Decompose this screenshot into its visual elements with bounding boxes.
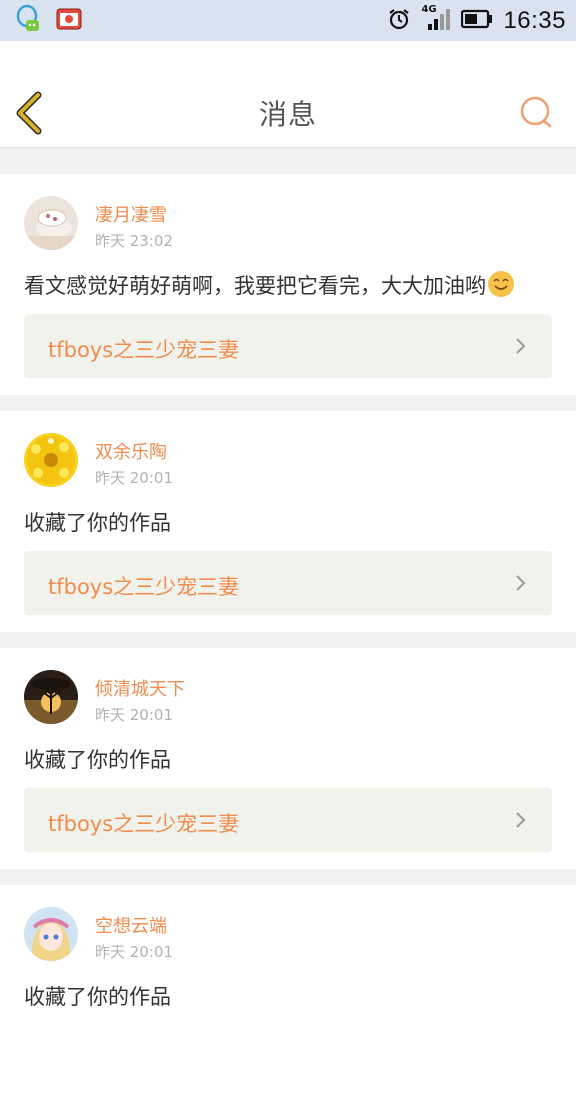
chevron-right-icon <box>514 574 528 592</box>
search-button[interactable] <box>516 93 556 133</box>
page-title: 消息 <box>258 98 317 131</box>
timestamp: 昨天 20:01 <box>95 706 173 724</box>
message-body: 看文感觉好萌好萌啊，我要把它看完，大大加油哟 <box>24 274 486 298</box>
network-type-label: 4G <box>421 4 437 15</box>
timestamp: 昨天 23:02 <box>95 232 173 250</box>
username[interactable]: 双余乐陶 <box>95 438 167 464</box>
message-text: 收藏了你的作品 <box>24 985 171 1009</box>
message-text: 收藏了你的作品 <box>24 748 171 772</box>
avatar[interactable] <box>24 907 78 961</box>
username[interactable]: 倾清城天下 <box>95 675 185 701</box>
work-title: tfboys之三少宠三妻 <box>48 812 240 836</box>
message-card: 倾清城天下 昨天 20:01 收藏了你的作品 tfboys之三少宠三妻 <box>0 648 576 869</box>
avatar[interactable] <box>24 670 78 724</box>
photo-app-icon <box>56 8 82 34</box>
search-icon <box>516 96 556 137</box>
message-text: 看文感觉好萌好萌啊，我要把它看完，大大加油哟 <box>24 270 514 300</box>
message-card: 空想云端 昨天 20:01 收藏了你的作品 <box>0 885 576 1106</box>
avatar[interactable] <box>24 196 78 250</box>
message-text: 收藏了你的作品 <box>24 511 171 535</box>
message-list: 凄月凄雪 昨天 23:02 看文感觉好萌好萌啊，我要把它看完，大大加油哟 tfb… <box>0 142 576 1106</box>
work-link[interactable]: tfboys之三少宠三妻 <box>24 551 552 615</box>
signal-icon: 4G <box>421 4 451 35</box>
work-title: tfboys之三少宠三妻 <box>48 338 240 362</box>
message-card: 凄月凄雪 昨天 23:02 看文感觉好萌好萌啊，我要把它看完，大大加油哟 tfb… <box>0 174 576 395</box>
work-link[interactable]: tfboys之三少宠三妻 <box>24 788 552 852</box>
timestamp: 昨天 20:01 <box>95 943 173 961</box>
chevron-right-icon <box>514 337 528 355</box>
smile-emoji-icon <box>488 271 514 297</box>
message-card: 双余乐陶 昨天 20:01 收藏了你的作品 tfboys之三少宠三妻 <box>0 411 576 632</box>
avatar[interactable] <box>24 433 78 487</box>
qq-icon <box>14 4 42 38</box>
app-header: 消息 <box>0 41 576 148</box>
chevron-right-icon <box>514 811 528 829</box>
work-link[interactable]: tfboys之三少宠三妻 <box>24 314 552 378</box>
work-title: tfboys之三少宠三妻 <box>48 575 240 599</box>
clock: 16:35 <box>503 6 566 34</box>
username[interactable]: 空想云端 <box>95 912 167 938</box>
status-bar: 4G 16:35 <box>0 0 576 41</box>
battery-icon <box>461 9 493 33</box>
username[interactable]: 凄月凄雪 <box>95 201 167 227</box>
alarm-icon <box>387 7 411 35</box>
timestamp: 昨天 20:01 <box>95 469 173 487</box>
